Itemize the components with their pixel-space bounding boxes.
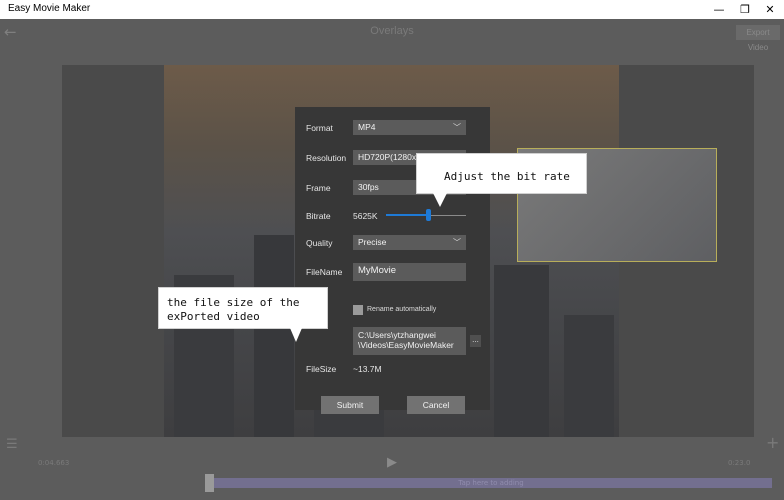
frame-value: 30fps — [358, 182, 379, 192]
app-header: ← Overlays Export Video — [0, 19, 784, 52]
window-title: Easy Movie Maker — [8, 3, 91, 14]
quality-label: Quality — [306, 238, 333, 248]
bitrate-label: Bitrate — [306, 211, 331, 221]
filesize-label: FileSize — [306, 364, 337, 374]
maximize-button[interactable]: ❐ — [731, 0, 759, 19]
path-field[interactable]: C:\Users\ytzhangwei \Videos\EasyMovieMak… — [353, 327, 466, 355]
app-area: ← Overlays Export Video ☰ + 0:04.663 ▶ 0… — [0, 19, 784, 500]
filesize-value: ~13.7M — [353, 364, 382, 374]
submit-button[interactable]: Submit — [321, 396, 379, 414]
bitrate-callout-tail — [433, 193, 447, 207]
rename-checkbox[interactable] — [353, 305, 363, 315]
format-label: Format — [306, 123, 333, 133]
path-line-2: \Videos\EasyMovieMaker — [358, 340, 454, 350]
format-value: MP4 — [358, 122, 376, 132]
chevron-down-icon: ﹀ — [453, 123, 461, 132]
timeline-hint: Tap here to adding — [458, 479, 524, 487]
minimize-button[interactable]: — — [705, 0, 733, 19]
filename-input[interactable]: MyMovie — [353, 263, 466, 281]
filesize-callout-tail — [290, 328, 302, 342]
frame-label: Frame — [306, 183, 331, 193]
add-icon[interactable]: + — [766, 433, 779, 452]
play-icon[interactable]: ▶ — [387, 455, 397, 470]
format-select[interactable]: MP4 ﹀ — [353, 120, 466, 135]
quality-select[interactable]: Precise ﹀ — [353, 235, 466, 250]
overlay-timeline[interactable]: Tap here to adding — [210, 478, 772, 488]
filesize-callout-line-1: the file size of the — [167, 296, 300, 309]
bitrate-slider-thumb[interactable] — [426, 209, 431, 221]
rename-label: Rename automatically — [367, 306, 437, 313]
window-titlebar: Easy Movie Maker — ❐ ✕ — [0, 0, 784, 19]
filename-label: FileName — [306, 267, 343, 277]
chevron-down-icon: ﹀ — [453, 238, 461, 247]
close-button[interactable]: ✕ — [756, 0, 784, 19]
cancel-button[interactable]: Cancel — [407, 396, 465, 414]
path-line-1: C:\Users\ytzhangwei — [358, 330, 436, 340]
page-title: Overlays — [370, 25, 414, 37]
bitrate-slider-fill — [386, 214, 428, 216]
total-time: 0:23.0 — [728, 459, 751, 467]
quality-value: Precise — [358, 237, 387, 247]
current-time: 0:04.663 — [38, 459, 70, 467]
bitrate-callout-text: Adjust the bit rate — [444, 170, 570, 183]
hamburger-menu-icon[interactable]: ☰ — [6, 437, 18, 452]
timeline-handle[interactable] — [205, 474, 214, 492]
filesize-callout: the file size of the exPorted video — [158, 287, 328, 329]
filesize-callout-line-2: exPorted video — [167, 310, 260, 323]
resolution-label: Resolution — [306, 153, 347, 163]
browse-button[interactable]: ... — [470, 335, 481, 347]
bitrate-value: 5625K — [353, 211, 378, 221]
bitrate-callout: Adjust the bit rate — [416, 153, 587, 194]
export-video-button[interactable]: Export Video — [736, 25, 780, 52]
